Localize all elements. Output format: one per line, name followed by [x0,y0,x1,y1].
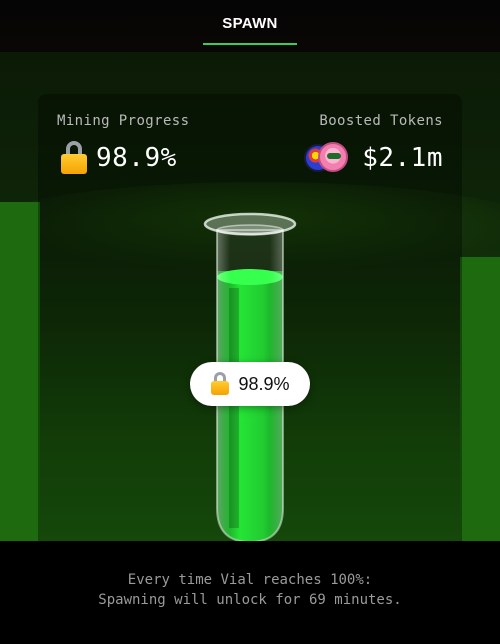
boosted-tokens-value: $2.1m [304,140,443,176]
boosted-token-icons [304,142,350,174]
top-bar: SPAWN [0,0,500,52]
lock-icon [60,141,88,175]
unlock-info: Every time Vial reaches 100%: Spawning w… [0,570,500,610]
background-right-wall [460,257,500,541]
mining-progress-percent: 98.9% [96,143,177,173]
boosted-tokens-amount: $2.1m [362,143,443,173]
boosted-tokens-label: Boosted Tokens [319,113,443,129]
mining-progress-value: 98.9% [60,140,177,176]
pepe-token-icon [318,142,349,172]
mining-progress-label: Mining Progress [57,113,190,129]
progress-badge-value: 98.9% [238,373,290,394]
lock-icon [210,372,230,396]
progress-badge: 98.9% [190,362,310,406]
unlock-info-line1: Every time Vial reaches 100%: [127,572,373,588]
background-left-wall [0,202,40,541]
active-tab-indicator [203,43,297,45]
tab-spawn[interactable]: SPAWN [203,0,297,46]
unlock-info-line2: Spawning will unlock for 69 minutes. [98,592,402,608]
